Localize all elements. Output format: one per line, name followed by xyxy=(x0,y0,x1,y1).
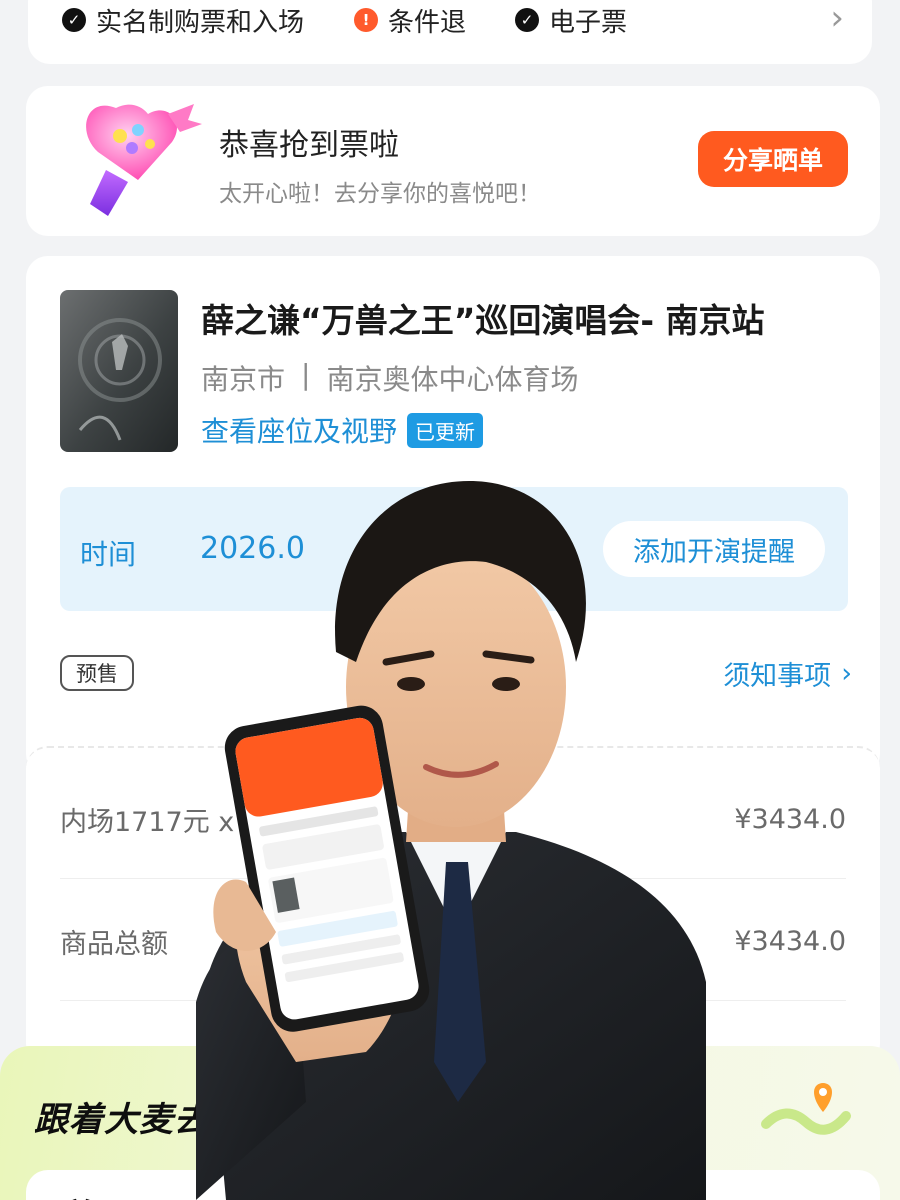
time-label: 时间 xyxy=(80,538,137,571)
share-card: 恭喜抢到票啦 太开心啦！去分享你的喜悦吧！ 分享晒单 xyxy=(26,86,880,236)
event-poster[interactable] xyxy=(60,290,178,452)
seat-view-link[interactable]: 查看座位及视野 xyxy=(201,410,397,450)
ticket-features-bar[interactable]: ✓ 实名制购票和入场 ! 条件退 ✓ 电子票 › xyxy=(28,0,872,64)
person-holding-phone-photo xyxy=(196,481,706,1200)
feature-real-name: ✓ 实名制购票和入场 xyxy=(62,0,304,42)
seat-view-row[interactable]: 查看座位及视野 已更新 xyxy=(201,410,484,450)
presale-badge: 预售 xyxy=(60,655,134,691)
event-city: 南京市 xyxy=(201,363,286,396)
subtotal-label: 商品总额 xyxy=(60,928,168,960)
event-location: 南京市 | 南京奥体中心体育场 xyxy=(201,358,578,398)
subtotal-value: ¥3434.0 xyxy=(734,925,846,957)
share-title: 恭喜抢到票啦 xyxy=(219,128,399,163)
map-pin-icon xyxy=(761,1083,851,1135)
light-stick-icon xyxy=(86,104,202,216)
line-item-value: ¥3434.0 xyxy=(734,803,846,835)
check-circle-icon: ✓ xyxy=(62,8,86,32)
share-subtitle: 太开心啦！去分享你的喜悦吧！ xyxy=(219,181,541,207)
feature-label: 实名制购票和入场 xyxy=(96,7,305,38)
promo-title: 跟着大麦去 xyxy=(34,1100,209,1140)
event-venue: 南京奥体中心体育场 xyxy=(326,363,579,396)
promo-next-title: 跟着 xyxy=(36,1190,96,1200)
chevron-right-icon: › xyxy=(841,658,852,689)
notice-link[interactable]: 须知事项 › xyxy=(723,654,852,693)
feature-e-ticket: ✓ 电子票 xyxy=(515,0,627,42)
warning-circle-icon: ! xyxy=(354,8,378,32)
notice-link-label: 须知事项 xyxy=(723,661,832,692)
feature-conditional-refund: ! 条件退 xyxy=(354,0,466,42)
share-order-button[interactable]: 分享晒单 xyxy=(698,131,848,187)
location-separator: | xyxy=(301,358,311,391)
feature-label: 电子票 xyxy=(549,7,628,38)
chevron-right-icon[interactable]: › xyxy=(830,0,844,38)
check-circle-icon: ✓ xyxy=(515,8,539,32)
feature-label: 条件退 xyxy=(388,7,467,38)
event-title: 薛之谦“万兽之王”巡回演唱会- 南京站 xyxy=(201,301,765,340)
updated-badge: 已更新 xyxy=(407,412,484,448)
